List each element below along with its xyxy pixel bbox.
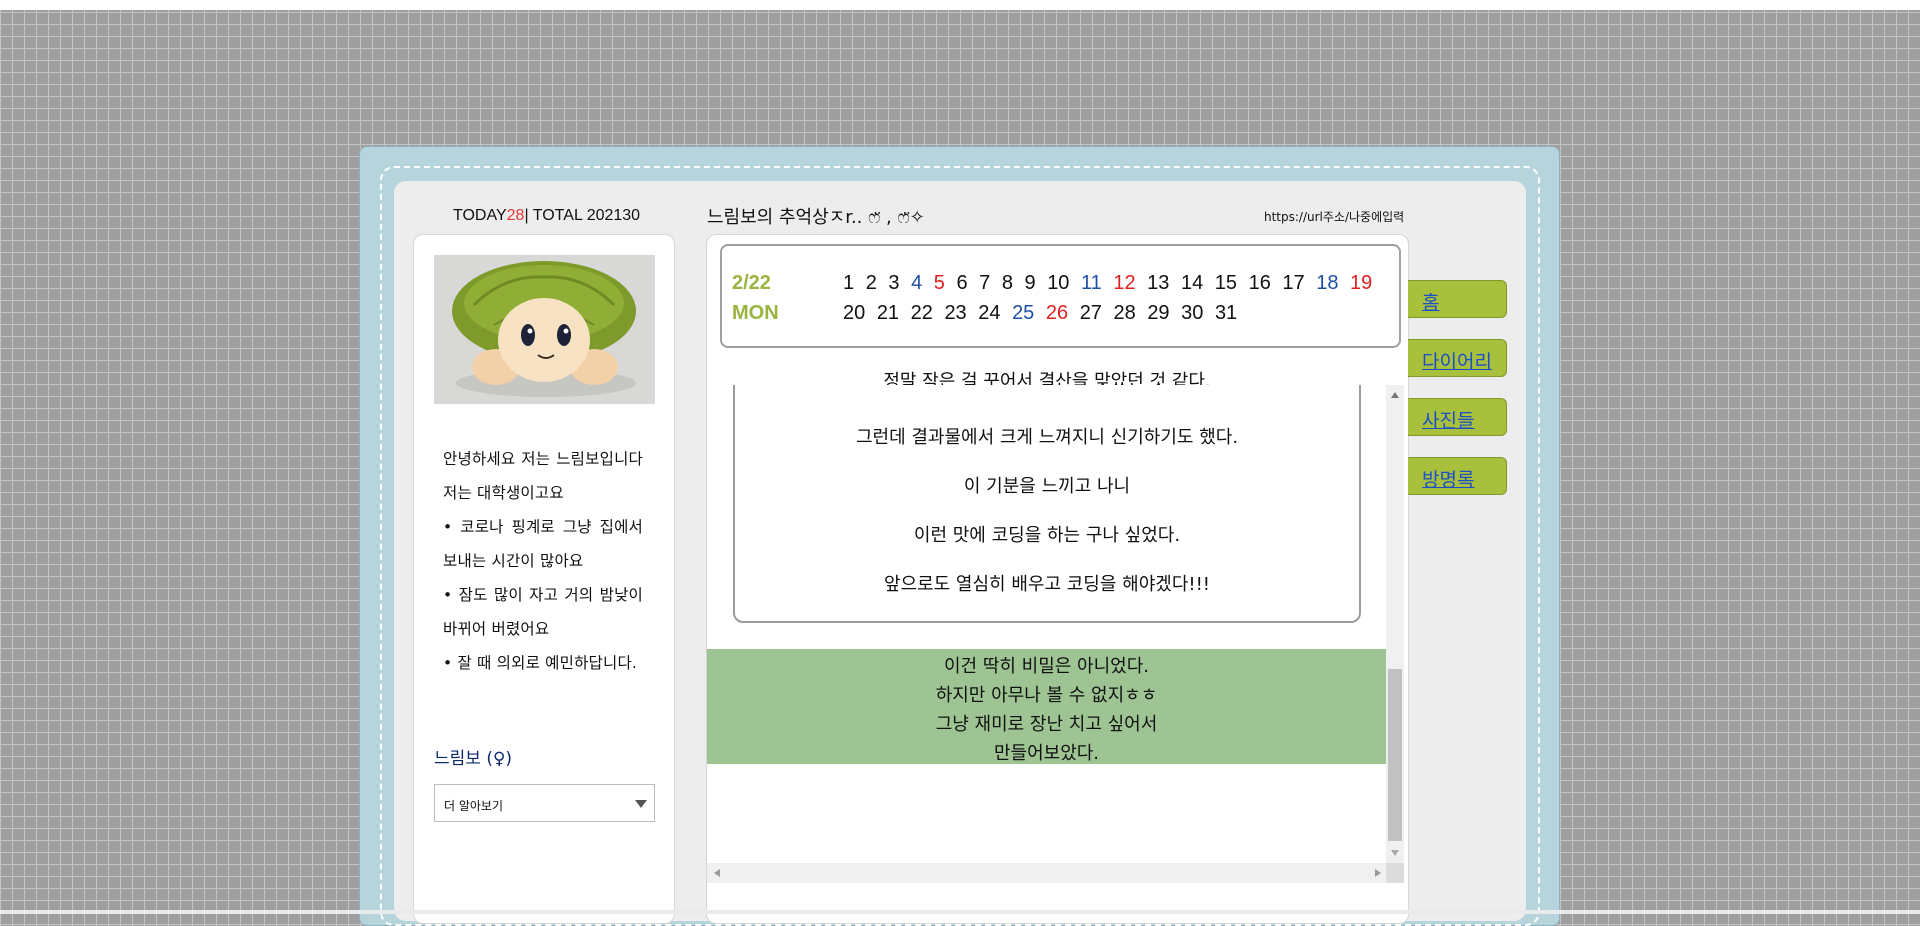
calendar-day[interactable]: 2 bbox=[866, 272, 877, 294]
scroll-down-icon[interactable] bbox=[1391, 850, 1399, 856]
diary-line: 이 기분을 느끼고 나니 bbox=[963, 476, 1131, 497]
calendar-day[interactable]: 17 bbox=[1282, 272, 1304, 294]
calendar-day[interactable]: 25 bbox=[1012, 302, 1034, 324]
menu-guestbook[interactable]: 방명록 bbox=[1408, 457, 1507, 495]
diary-line: 이런 맛에 코딩을 하는 구나 싶었다. bbox=[913, 525, 1181, 546]
calendar-day[interactable]: 16 bbox=[1249, 272, 1271, 294]
scroll-left-icon[interactable] bbox=[714, 869, 720, 877]
calendar-day[interactable]: 11 bbox=[1081, 272, 1102, 294]
calendar-day[interactable]: 30 bbox=[1181, 302, 1203, 324]
calendar-day[interactable]: 4 bbox=[911, 272, 922, 294]
today-value: 28 bbox=[506, 207, 525, 224]
bottom-strip bbox=[0, 910, 1920, 914]
current-date: 2/22 MON bbox=[732, 268, 779, 328]
profile-name-line: 느림보 (♀) bbox=[434, 744, 512, 769]
calendar-day[interactable]: 21 bbox=[877, 302, 899, 324]
menu-home-label[interactable]: 홈 bbox=[1422, 288, 1439, 315]
calendar-day[interactable]: 22 bbox=[911, 302, 933, 324]
diary-line: 앞으로도 열심히 배우고 코딩을 해야겠다!!! bbox=[883, 574, 1211, 595]
menu-home[interactable]: 홈 bbox=[1408, 280, 1507, 318]
secret-line: 하지만 아무나 볼 수 없지ㅎㅎ bbox=[935, 685, 1158, 706]
calendar-day[interactable]: 26 bbox=[1046, 302, 1068, 324]
calendar-day[interactable]: 10 bbox=[1047, 272, 1069, 294]
calendar-day[interactable]: 28 bbox=[1114, 302, 1136, 324]
vertical-scrollbar[interactable] bbox=[1386, 385, 1404, 863]
calendar-day[interactable]: 18 bbox=[1316, 272, 1338, 294]
date-text: 2/22 bbox=[732, 272, 771, 294]
weekday-text: MON bbox=[732, 302, 779, 324]
calendar-day[interactable]: 9 bbox=[1025, 272, 1036, 294]
calendar-day[interactable]: 7 bbox=[979, 272, 990, 294]
blog-url: https://url주소/나중에입력 bbox=[1264, 210, 1405, 224]
calendar-day[interactable]: 20 bbox=[843, 302, 865, 324]
intro-line: 안녕하세요 저는 느림보입니다 저는 대학생이고요 bbox=[443, 450, 643, 502]
menu-diary[interactable]: 다이어리 bbox=[1408, 339, 1507, 377]
profile-intro: 안녕하세요 저는 느림보입니다 저는 대학생이고요 • 코로나 핑계로 그냥 집… bbox=[443, 442, 643, 680]
intro-bullet: • 잘 때 의외로 예민하답니다. bbox=[443, 654, 638, 672]
calendar-day[interactable]: 12 bbox=[1113, 272, 1135, 294]
calendar-day[interactable]: 6 bbox=[956, 272, 967, 294]
calendar-day[interactable]: 3 bbox=[888, 272, 899, 294]
horizontal-scrollbar[interactable] bbox=[707, 863, 1404, 883]
menu-photos[interactable]: 사진들 bbox=[1408, 398, 1507, 436]
scroll-up-icon[interactable] bbox=[1391, 392, 1399, 398]
secret-line: 만들어보았다. bbox=[993, 743, 1100, 764]
intro-bullet: • 잠도 많이 자고 거의 밤낮이 바뀌어 버렸어요 bbox=[443, 586, 643, 638]
menu-guestbook-label[interactable]: 방명록 bbox=[1422, 465, 1474, 492]
calendar-day[interactable]: 27 bbox=[1080, 302, 1102, 324]
calendar-days: 1 2 3 4 5 6 7 8 9 10 11 12 13 14 15 16 1… bbox=[843, 268, 1389, 328]
secret-line: 이건 딱히 비밀은 아니었다. bbox=[943, 656, 1150, 677]
menu-diary-label[interactable]: 다이어리 bbox=[1422, 347, 1492, 374]
chevron-down-icon bbox=[635, 800, 647, 808]
calendar-day[interactable]: 29 bbox=[1147, 302, 1169, 324]
menu-photos-label[interactable]: 사진들 bbox=[1422, 406, 1474, 433]
scroll-corner bbox=[1386, 863, 1404, 883]
calendar-day[interactable]: 5 bbox=[934, 272, 945, 294]
calendar-day[interactable]: 14 bbox=[1181, 272, 1203, 294]
calendar-day[interactable]: 13 bbox=[1147, 272, 1169, 294]
total-text: | TOTAL 202130 bbox=[524, 207, 641, 224]
profile-name: 느림보 bbox=[434, 749, 481, 769]
scroll-right-icon[interactable] bbox=[1375, 869, 1381, 877]
calendar-day[interactable]: 24 bbox=[978, 302, 1000, 324]
calendar-day[interactable]: 1 bbox=[843, 272, 854, 294]
diary-line: 그런데 결과물에서 크게 느껴지니 신기하기도 했다. bbox=[855, 427, 1239, 448]
visitor-counter: TODAY28| TOTAL 202130 bbox=[453, 207, 641, 229]
turtle-plush-image bbox=[434, 255, 655, 404]
secret-line: 그냥 재미로 장난 치고 싶어서 bbox=[935, 714, 1158, 735]
calendar-day[interactable]: 31 bbox=[1215, 302, 1237, 324]
diary-line-cut: 정말 작은 걸 꾸어서 결산을 맞았던 것 같다. bbox=[883, 371, 1211, 385]
diary-clip: 정말 작은 걸 꾸어서 결산을 맞았던 것 같다. bbox=[707, 355, 1386, 385]
today-label: TODAY bbox=[453, 207, 507, 224]
calendar-day[interactable]: 19 bbox=[1350, 272, 1372, 294]
profile-photo bbox=[434, 255, 655, 404]
scroll-thumb[interactable] bbox=[1388, 669, 1402, 841]
calendar-day[interactable]: 8 bbox=[1002, 272, 1013, 294]
intro-bullet: • 코로나 핑계로 그냥 집에서 보내는 시간이 많아요 bbox=[443, 518, 643, 570]
select-value: 더 알아보기 bbox=[444, 799, 504, 813]
top-strip bbox=[0, 0, 1920, 10]
blog-title: 느림보의 추억상ㅈr.. ෆ̈ , ෆ̈✧ bbox=[707, 207, 925, 228]
calendar-day[interactable]: 23 bbox=[944, 302, 966, 324]
calendar-day[interactable]: 15 bbox=[1215, 272, 1237, 294]
gender-symbol: (♀) bbox=[486, 749, 513, 769]
more-info-select[interactable]: 더 알아보기 bbox=[434, 784, 655, 822]
